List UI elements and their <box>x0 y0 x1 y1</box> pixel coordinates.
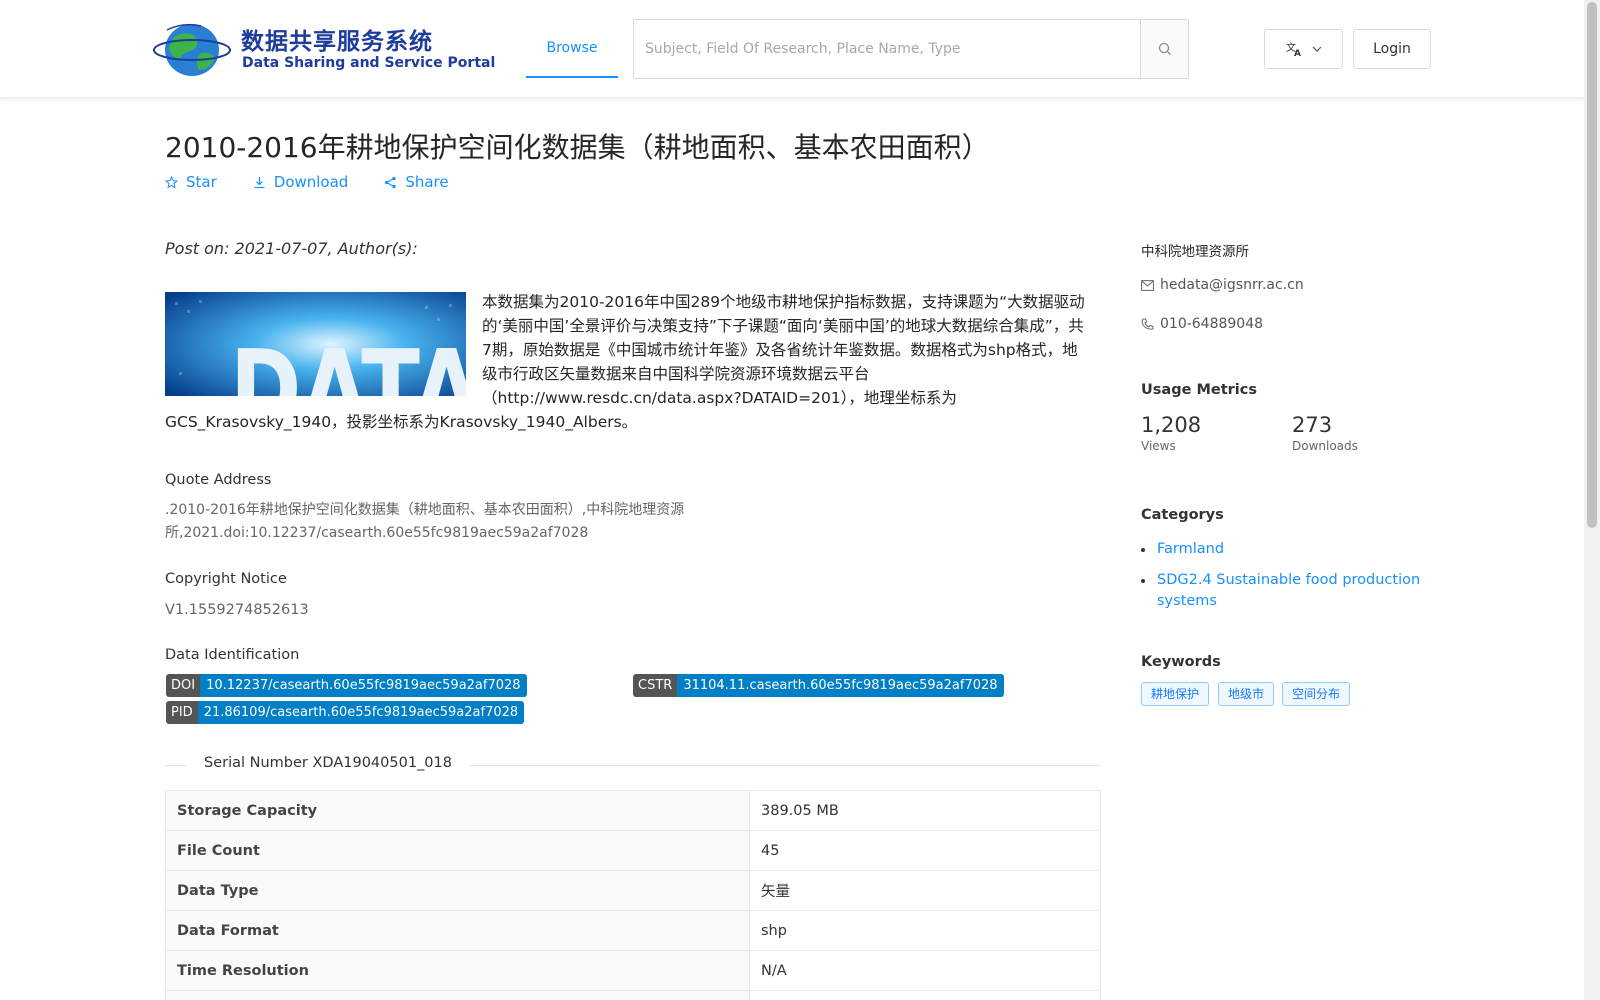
views-metric: 1,208 Views <box>1141 413 1201 453</box>
serial-number: Serial Number XDA19040501_018 <box>186 755 470 771</box>
table-row: Data Format shp <box>165 910 1101 951</box>
table-key: Time Resolution <box>165 950 750 991</box>
copyright-value: V1.1559274852613 <box>165 602 309 618</box>
pid-badge[interactable]: PID 21.86109/casearth.60e55fc9819aec59a2… <box>166 701 525 724</box>
doi-badge[interactable]: DOI 10.12237/casearth.60e55fc9819aec59a2… <box>166 674 527 697</box>
scrollbar-thumb[interactable] <box>1587 2 1597 528</box>
table-key: Storage Capacity <box>165 790 750 831</box>
pid-badge-key: PID <box>166 701 198 724</box>
views-count: 1,208 <box>1141 413 1202 437</box>
downloads-label: Downloads <box>1292 439 1358 453</box>
star-icon <box>165 175 178 189</box>
views-label: Views <box>1141 439 1176 453</box>
keyword-tag[interactable]: 空间分布 <box>1282 682 1351 706</box>
email-text: hedata@igsnrr.ac.cn <box>1160 277 1304 293</box>
svg-text:A: A <box>1294 49 1301 57</box>
download-label: Download <box>273 173 349 191</box>
language-selector[interactable]: 文 A <box>1264 29 1343 69</box>
metadata-table: Storage Capacity 389.05 MB File Count 45 D… <box>165 790 1101 1000</box>
cstr-badge[interactable]: CSTR 31104.11.casearth.60e55fc9819aec59a… <box>633 674 1004 697</box>
category-item[interactable]: SDG2.4 Sustainable food production syste… <box>1141 570 1432 612</box>
thumbnail-data-text: DATA <box>230 328 466 396</box>
quote-address-value: .2010-2016年耕地保护空间化数据集（耕地面积、基本农田面积）,中科院地理… <box>165 502 685 541</box>
doi-badge-key: DOI <box>166 674 201 697</box>
search-icon <box>1158 42 1171 55</box>
table-value: N/A <box>749 950 1101 991</box>
bullet-icon <box>1141 579 1145 583</box>
search-input[interactable] <box>634 20 1142 78</box>
dataset-actions: Star Download Share <box>165 173 449 191</box>
keywords-title: Keywords <box>1141 654 1221 670</box>
table-row: Data Type 矢量 <box>165 870 1101 911</box>
downloads-count: 273 <box>1292 413 1333 437</box>
keyword-tag[interactable]: 地级市 <box>1218 682 1275 706</box>
organization-name: 中科院地理资源所 <box>1141 244 1249 260</box>
cstr-badge-value: 31104.11.casearth.60e55fc9819aec59a2af70… <box>677 674 1004 697</box>
keyword-tag[interactable]: 耕地保护 <box>1141 682 1210 706</box>
globe-logo-icon <box>153 23 231 76</box>
star-label: Star <box>186 173 217 191</box>
copyright-label: Copyright Notice <box>165 571 287 587</box>
nav-browse[interactable]: Browse <box>526 0 618 78</box>
table-row <box>165 990 1101 1000</box>
cstr-badge-key: CSTR <box>633 674 678 697</box>
search-button[interactable] <box>1140 20 1188 78</box>
table-value: 矢量 <box>749 870 1101 911</box>
login-button[interactable]: Login <box>1353 29 1431 69</box>
search-box <box>633 19 1189 79</box>
download-icon <box>254 176 265 188</box>
quote-address-label: Quote Address <box>165 472 272 488</box>
table-value: 45 <box>749 830 1101 871</box>
downloads-metric: 273 Downloads <box>1292 413 1358 453</box>
table-row: File Count 45 <box>165 830 1101 871</box>
phone-icon <box>1141 318 1154 330</box>
share-label: Share <box>405 173 449 191</box>
phone-text: 010-64889048 <box>1160 316 1264 332</box>
translate-icon: 文 A <box>1286 41 1301 57</box>
mail-icon <box>1141 279 1154 291</box>
dataset-title: 2010-2016年耕地保护空间化数据集（耕地面积、基本农田面积） <box>165 131 990 164</box>
table-row: Time Resolution N/A <box>165 950 1101 991</box>
table-key: File Count <box>165 830 750 871</box>
contact-phone: 010-64889048 <box>1141 316 1263 332</box>
table-value: shp <box>749 910 1101 951</box>
table-key: Data Format <box>165 910 750 951</box>
share-button[interactable]: Share <box>384 173 449 191</box>
dataset-description: DATA 本数据集为2010-2016年中国289个地级市耕地保护指标数据，支持… <box>165 290 1090 434</box>
data-identification-label: Data Identification <box>165 647 300 663</box>
page-scrollbar[interactable] <box>1584 0 1600 1000</box>
category-link[interactable]: SDG2.4 Sustainable food production syste… <box>1157 570 1432 612</box>
pid-badge-value: 21.86109/casearth.60e55fc9819aec59a2af70… <box>197 701 525 724</box>
chevron-down-icon <box>1312 46 1321 52</box>
logo-chinese-text: 数据共享服务系统 <box>241 29 433 55</box>
usage-metrics-title: Usage Metrics <box>1141 382 1257 398</box>
portal-logo[interactable]: 数据共享服务系统 Data Sharing and Service Portal <box>153 18 495 80</box>
post-on-info: Post on: 2021-07-07, Author(s): <box>165 239 418 258</box>
doi-badge-value: 10.12237/casearth.60e55fc9819aec59a2af70… <box>200 674 527 697</box>
category-item[interactable]: Farmland <box>1141 539 1432 560</box>
bullet-icon <box>1141 548 1145 552</box>
table-value: 389.05 MB <box>749 790 1101 831</box>
top-header: 数据共享服务系统 Data Sharing and Service Portal… <box>0 0 1584 98</box>
contact-email[interactable]: hedata@igsnrr.ac.cn <box>1141 277 1304 293</box>
star-button[interactable]: Star <box>165 173 217 191</box>
share-icon <box>385 176 396 188</box>
logo-english-text: Data Sharing and Service Portal <box>242 55 496 71</box>
dataset-thumbnail: DATA <box>165 292 466 396</box>
category-link[interactable]: Farmland <box>1157 539 1432 560</box>
categories-title: Categorys <box>1141 507 1224 523</box>
table-key: Data Type <box>165 870 750 911</box>
download-button[interactable]: Download <box>253 173 349 191</box>
table-row: Storage Capacity 389.05 MB <box>165 790 1101 831</box>
